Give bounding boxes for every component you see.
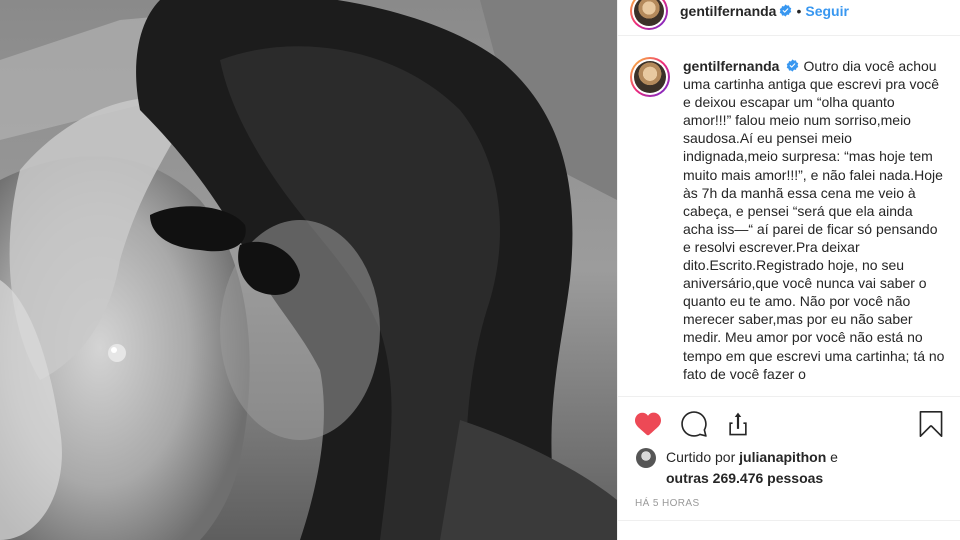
heart-filled-icon[interactable] [635, 411, 661, 437]
caption-username[interactable]: gentilfernanda [683, 58, 779, 74]
author-username[interactable]: gentilfernanda [680, 3, 776, 19]
post-actions: Curtido por julianapithon e outras 269.4… [618, 396, 960, 520]
likes-others-link[interactable]: outras 269.476 pessoas [666, 470, 823, 486]
header-separator: • [796, 2, 802, 19]
post-photo[interactable] [0, 0, 617, 540]
post-sidebar: gentilfernanda • Seguir gentilfernanda O… [617, 0, 960, 540]
bookmark-icon[interactable] [918, 411, 944, 437]
caption-section: gentilfernanda Outro dia você achou uma … [618, 36, 960, 396]
follow-button[interactable]: Seguir [805, 3, 849, 19]
likes-joiner: e [830, 449, 838, 465]
comment-icon[interactable] [681, 411, 707, 437]
liker-username[interactable]: julianapithon [739, 449, 826, 465]
share-icon[interactable] [725, 411, 751, 437]
verified-badge-icon [787, 59, 799, 72]
likes-text: Curtido por julianapithon e outras 269.4… [666, 447, 838, 489]
likes-prefix: Curtido por [666, 449, 736, 465]
post-caption: gentilfernanda Outro dia você achou uma … [683, 57, 945, 396]
post-timestamp[interactable]: HÁ 5 HORAS [635, 498, 700, 509]
caption-text: Outro dia você achou uma cartinha antiga… [683, 58, 945, 382]
add-comment-area[interactable] [618, 520, 960, 540]
caption-author-avatar[interactable] [630, 57, 670, 97]
post-header: gentilfernanda • Seguir [618, 0, 960, 36]
verified-badge-icon [780, 4, 792, 17]
likes-summary: Curtido por julianapithon e outras 269.4… [636, 447, 838, 489]
photo-image [0, 0, 617, 540]
author-avatar[interactable] [630, 0, 668, 30]
liker-avatar[interactable] [636, 448, 656, 468]
